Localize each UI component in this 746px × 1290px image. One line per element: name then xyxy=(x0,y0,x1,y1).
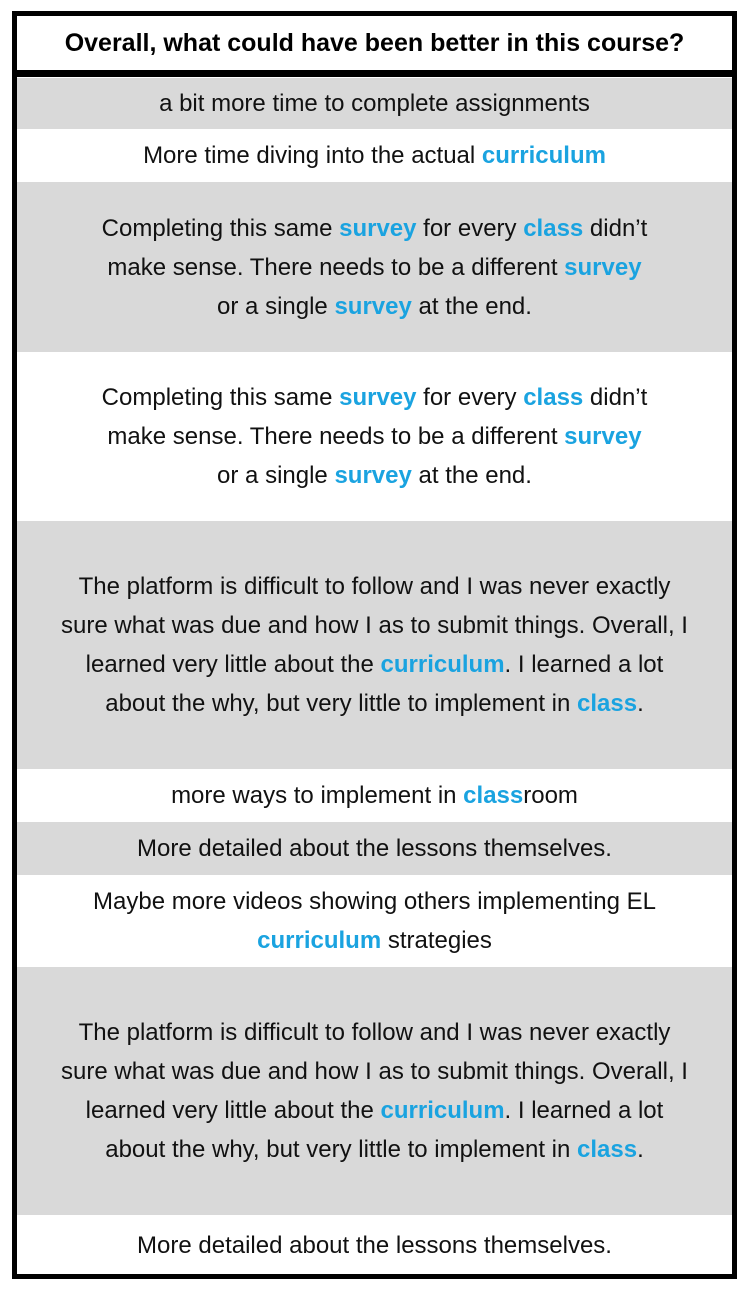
text-segment: . xyxy=(637,690,644,717)
table-row: Completing this same survey for every cl… xyxy=(17,352,732,520)
row-text: The platform is difficult to follow and … xyxy=(55,1013,695,1169)
table-row: The platform is difficult to follow and … xyxy=(17,966,732,1215)
text-segment: a bit more time to complete assignments xyxy=(159,90,590,117)
row-text: More time diving into the actual curricu… xyxy=(143,136,606,175)
row-text: More detailed about the lessons themselv… xyxy=(137,829,612,868)
row-text: Maybe more videos showing others impleme… xyxy=(35,882,715,960)
text-segment: Completing this same xyxy=(101,214,340,242)
row-text: More detailed about the lessons themselv… xyxy=(137,1226,612,1265)
text-segment: More detailed about the lessons themselv… xyxy=(137,1231,612,1259)
highlighted-keyword: survey xyxy=(334,462,412,489)
highlighted-keyword: survey xyxy=(334,292,412,320)
table-row: a bit more time to complete assignments xyxy=(17,77,732,129)
text-segment: . xyxy=(637,1136,644,1163)
highlighted-keyword: survey xyxy=(339,384,417,411)
table-row: The platform is difficult to follow and … xyxy=(17,520,732,769)
row-text: The platform is difficult to follow and … xyxy=(55,567,695,723)
highlighted-keyword: class xyxy=(463,782,524,809)
text-segment: for every xyxy=(416,384,524,411)
text-segment: at the end. xyxy=(411,292,532,320)
table-row: More detailed about the lessons themselv… xyxy=(17,1215,732,1274)
text-segment: More time diving into the actual xyxy=(143,142,482,169)
row-text: Completing this same survey for every cl… xyxy=(95,209,655,326)
highlighted-keyword: curriculum xyxy=(380,651,505,678)
table-row: Completing this same survey for every cl… xyxy=(17,181,732,352)
text-segment: Completing this same xyxy=(101,384,340,411)
row-text: a bit more time to complete assignments xyxy=(159,84,590,123)
text-segment: More detailed about the lessons themselv… xyxy=(137,835,612,862)
highlighted-keyword: curriculum xyxy=(380,1097,505,1124)
table-row: More detailed about the lessons themselv… xyxy=(17,821,732,875)
table-row: more ways to implement in classroom xyxy=(17,769,732,821)
highlighted-keyword: class xyxy=(523,384,584,411)
text-segment: room xyxy=(523,782,578,809)
text-segment: Maybe more videos showing others impleme… xyxy=(93,888,656,915)
text-segment: strategies xyxy=(381,927,492,954)
highlighted-keyword: survey xyxy=(564,253,642,281)
highlighted-keyword: class xyxy=(577,1136,638,1163)
highlighted-keyword: curriculum xyxy=(257,927,382,954)
row-text: more ways to implement in classroom xyxy=(171,776,578,815)
highlighted-keyword: survey xyxy=(564,423,642,450)
highlighted-keyword: class xyxy=(523,214,584,242)
highlighted-keyword: survey xyxy=(339,214,417,242)
highlighted-keyword: class xyxy=(577,690,638,717)
table-row: Maybe more videos showing others impleme… xyxy=(17,875,732,966)
highlighted-keyword: curriculum xyxy=(481,142,606,169)
text-segment: more ways to implement in xyxy=(171,782,464,809)
text-segment: at the end. xyxy=(411,462,532,489)
survey-table: Overall, what could have been better in … xyxy=(12,11,737,1279)
table-header: Overall, what could have been better in … xyxy=(17,16,732,77)
table-body: a bit more time to complete assignments … xyxy=(17,77,732,1274)
row-text: Completing this same survey for every cl… xyxy=(95,378,655,495)
text-segment: or a single xyxy=(217,292,335,320)
table-row: More time diving into the actual curricu… xyxy=(17,129,732,181)
text-segment: for every xyxy=(416,214,524,242)
text-segment: or a single xyxy=(217,462,335,489)
